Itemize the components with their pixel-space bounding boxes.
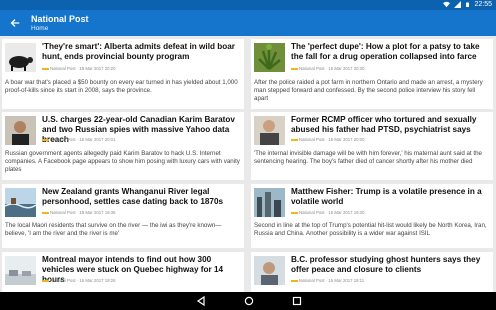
article-summary: Russian government agents allegedly paid… bbox=[5, 150, 240, 173]
article-date: 15 Mar 2017 20:20 bbox=[79, 66, 116, 71]
source-tag-icon bbox=[291, 138, 298, 142]
article-source: National Post bbox=[299, 66, 325, 71]
article-meta: National Post · 15 Mar 2017 19:30 bbox=[291, 210, 364, 215]
article-source: National Post bbox=[50, 66, 76, 71]
article-card[interactable]: New Zealand grants Whanganui River legal… bbox=[2, 184, 244, 248]
article-summary: A boar war that's placed a $50 bounty on… bbox=[5, 79, 238, 94]
article-source: National Post bbox=[299, 278, 325, 283]
source-tag-icon bbox=[42, 138, 49, 142]
article-card[interactable]: Montreal mayor intends to find out how 3… bbox=[2, 252, 244, 292]
source-tag-icon bbox=[42, 279, 49, 283]
article-source: National Post bbox=[50, 210, 76, 215]
article-meta: National Post · 15 Mar 2017 19:36 bbox=[42, 210, 115, 215]
article-headline: 'They're smart': Alberta admits defeat i… bbox=[42, 42, 235, 61]
article-source: National Post bbox=[50, 278, 76, 283]
battery-icon bbox=[466, 2, 470, 7]
status-bar: 22:55 bbox=[0, 0, 496, 10]
arrow-left-icon[interactable] bbox=[8, 16, 22, 30]
article-summary: After the police raided a pot farm in no… bbox=[254, 79, 483, 102]
status-time: 22:55 bbox=[474, 1, 492, 8]
source-tag-icon bbox=[291, 211, 298, 215]
article-thumbnail bbox=[5, 43, 36, 72]
square-recents-icon[interactable] bbox=[292, 296, 302, 306]
article-card[interactable]: B.C. professor studying ghost hunters sa… bbox=[251, 252, 493, 292]
article-card[interactable]: 'They're smart': Alberta admits defeat i… bbox=[2, 39, 244, 109]
signal-icon bbox=[454, 1, 462, 8]
app-bar: National Post Home bbox=[0, 10, 496, 36]
app-title: National Post bbox=[31, 14, 89, 24]
article-card[interactable]: The 'perfect dupe': How a plot for a pat… bbox=[251, 39, 493, 109]
source-tag-icon bbox=[291, 67, 298, 71]
article-source: National Post bbox=[299, 137, 325, 142]
article-meta: National Post · 15 Mar 2017 20:30 bbox=[291, 66, 364, 71]
article-headline: B.C. professor studying ghost hunters sa… bbox=[291, 255, 481, 274]
article-headline: The 'perfect dupe': How a plot for a pat… bbox=[291, 42, 480, 61]
article-source: National Post bbox=[299, 210, 325, 215]
source-tag-icon bbox=[42, 67, 49, 71]
navigation-bar bbox=[0, 292, 496, 310]
article-thumbnail bbox=[254, 43, 285, 72]
article-date: 15 Mar 2017 19:26 bbox=[79, 278, 116, 283]
article-thumbnail bbox=[5, 116, 36, 145]
article-card[interactable]: Former RCMP officer who tortured and sex… bbox=[251, 112, 493, 180]
article-thumbnail bbox=[254, 188, 285, 217]
circle-home-icon[interactable] bbox=[244, 296, 254, 306]
article-grid: 'They're smart': Alberta admits defeat i… bbox=[0, 36, 496, 292]
article-date: 15 Mar 2017 19:30 bbox=[328, 210, 365, 215]
article-meta: National Post · 15 Mar 2017 20:01 bbox=[42, 137, 115, 142]
article-headline: Matthew Fisher: Trump is a volatile pres… bbox=[291, 187, 482, 206]
article-card[interactable]: Matthew Fisher: Trump is a volatile pres… bbox=[251, 184, 493, 248]
article-meta: National Post · 15 Mar 2017 20:00 bbox=[291, 137, 364, 142]
article-summary: 'The internal invisible damage will be w… bbox=[254, 150, 482, 165]
article-summary: The local Maori residents that survive o… bbox=[5, 222, 222, 237]
article-meta: National Post · 15 Mar 2017 20:20 bbox=[42, 66, 115, 71]
article-thumbnail bbox=[254, 116, 285, 145]
article-meta: National Post · 15 Mar 2017 19:11 bbox=[291, 278, 364, 283]
article-summary: Second in line at the top of Trump's pot… bbox=[254, 222, 487, 237]
article-date: 15 Mar 2017 20:30 bbox=[328, 66, 365, 71]
article-card[interactable]: U.S. charges 22-year-old Canadian Karim … bbox=[2, 112, 244, 180]
article-thumbnail bbox=[254, 256, 285, 285]
source-tag-icon bbox=[42, 211, 49, 215]
article-date: 15 Mar 2017 20:01 bbox=[79, 137, 116, 142]
article-headline: New Zealand grants Whanganui River legal… bbox=[42, 187, 224, 206]
source-tag-icon bbox=[291, 279, 298, 283]
status-icons: 22:55 bbox=[443, 1, 492, 8]
article-thumbnail bbox=[5, 256, 36, 285]
article-meta: National Post · 15 Mar 2017 19:26 bbox=[42, 278, 115, 283]
triangle-back-icon[interactable] bbox=[196, 296, 206, 306]
wifi-icon bbox=[443, 1, 451, 8]
app-subtitle: Home bbox=[31, 25, 49, 32]
article-date: 15 Mar 2017 20:00 bbox=[328, 137, 365, 142]
article-date: 15 Mar 2017 19:36 bbox=[79, 210, 116, 215]
article-date: 15 Mar 2017 19:11 bbox=[328, 278, 365, 283]
article-source: National Post bbox=[50, 137, 76, 142]
article-thumbnail bbox=[5, 188, 36, 217]
article-headline: Former RCMP officer who tortured and sex… bbox=[291, 115, 477, 134]
